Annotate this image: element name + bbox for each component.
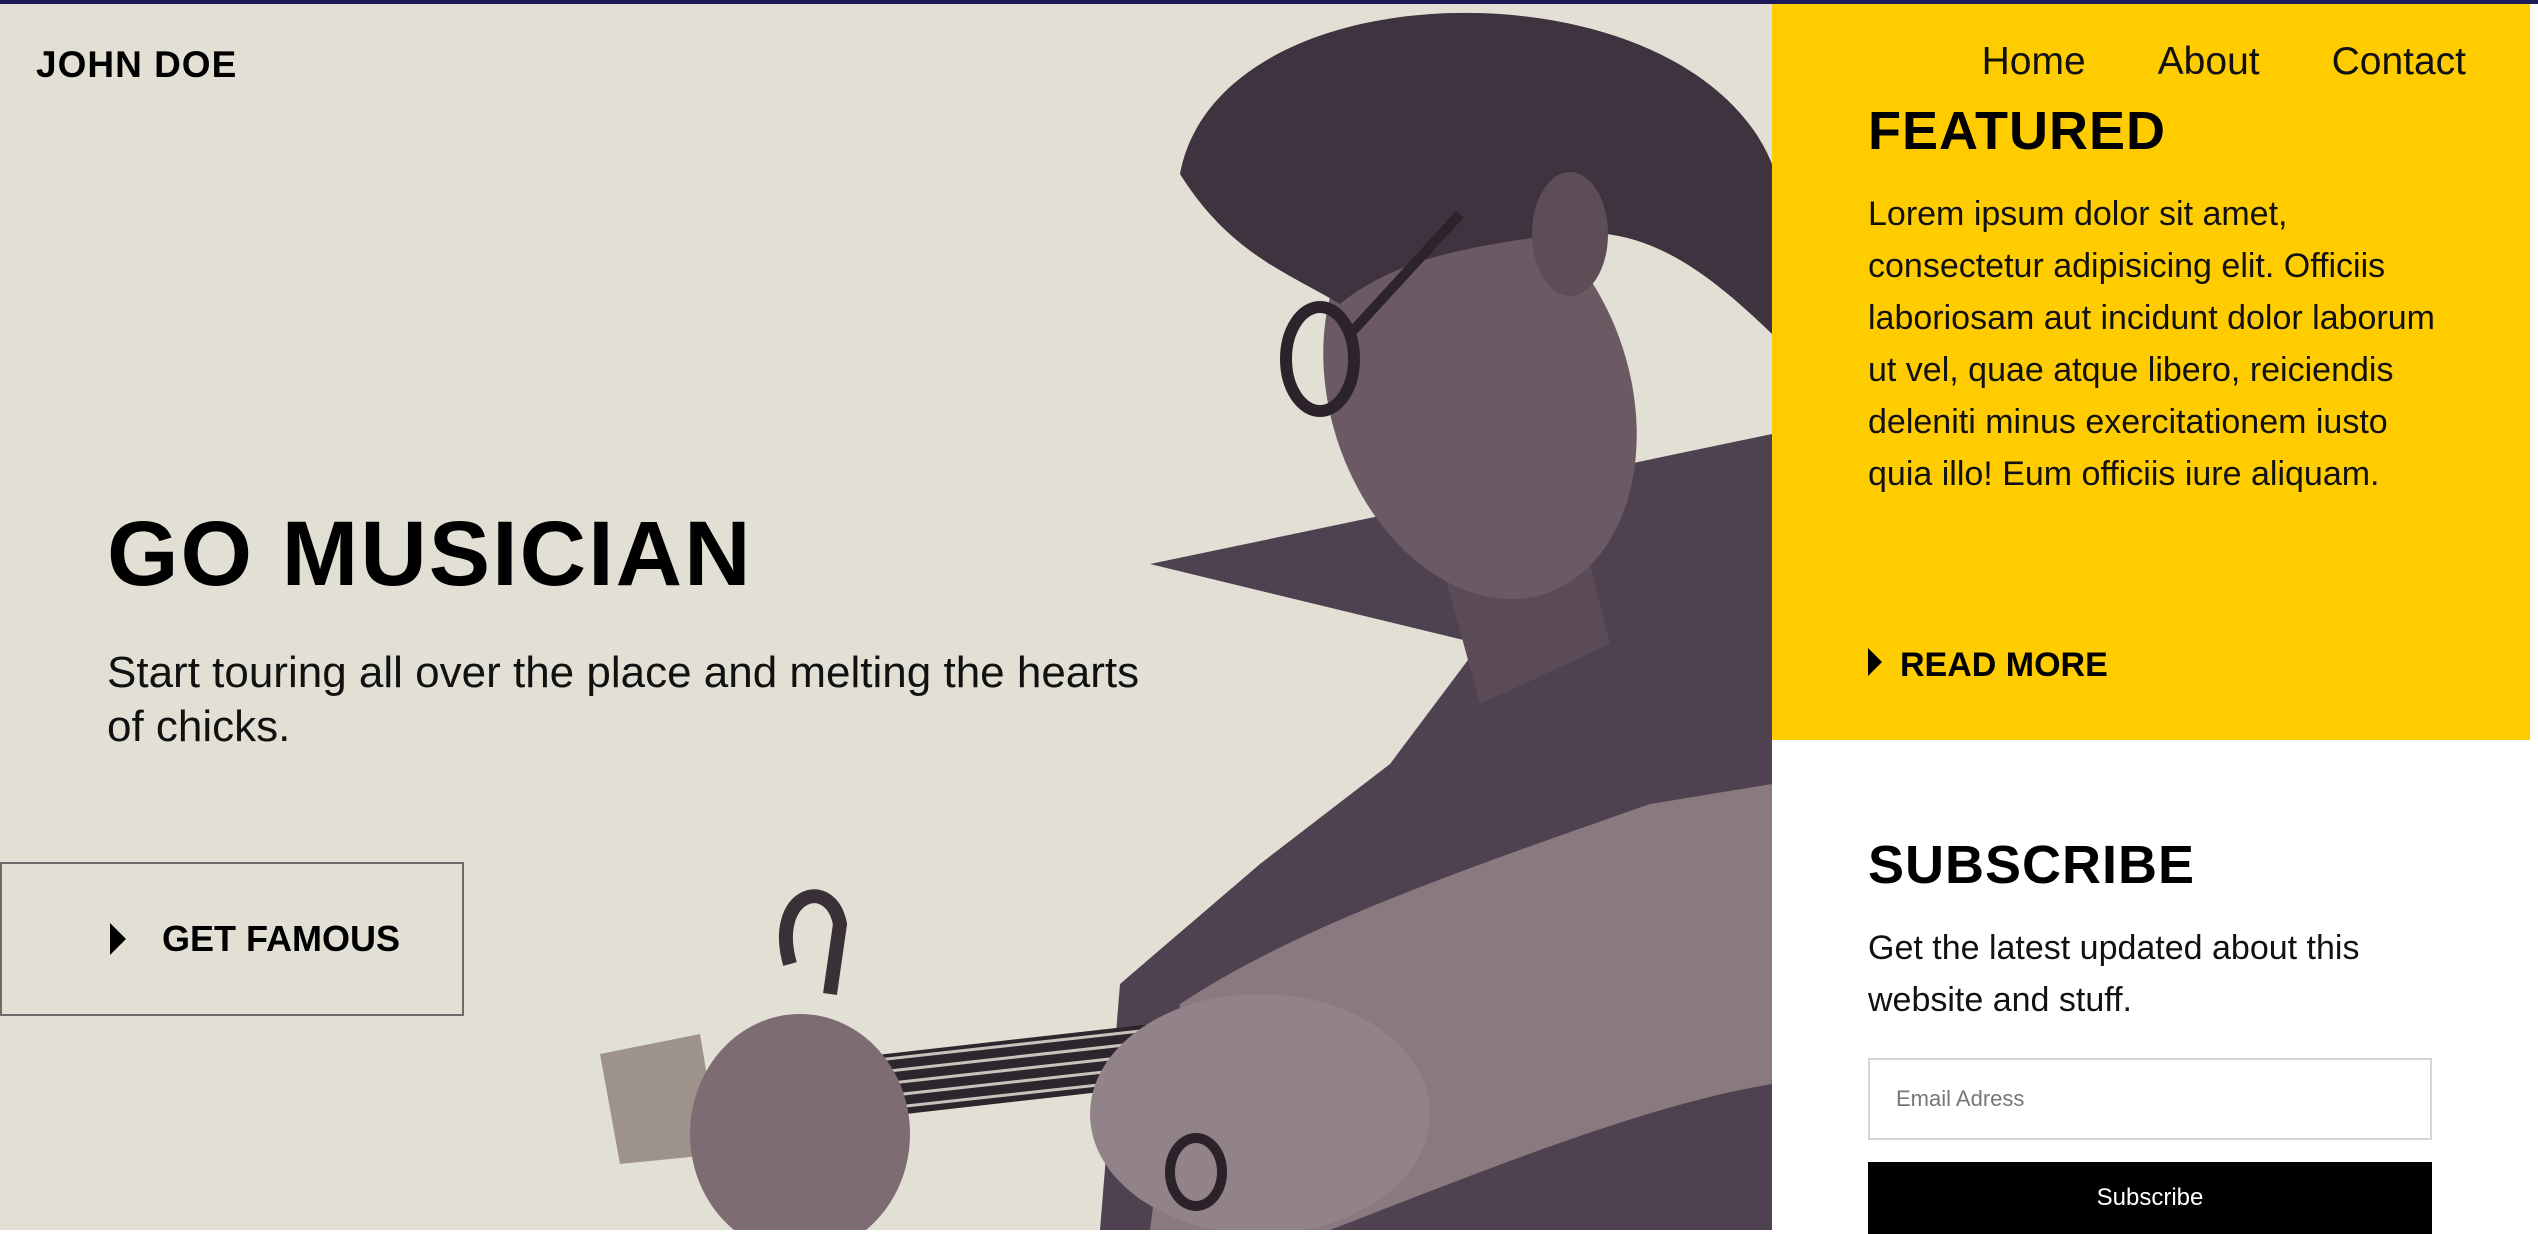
nav-about[interactable]: About xyxy=(2158,40,2260,84)
nav-contact[interactable]: Contact xyxy=(2332,40,2466,84)
subscribe-button[interactable]: Subscribe xyxy=(1868,1162,2432,1234)
hero-subtitle: Start touring all over the place and mel… xyxy=(107,648,1140,751)
featured-title: FEATURED xyxy=(1868,101,2166,161)
get-famous-button[interactable]: GET FAMOUS xyxy=(0,862,464,1016)
featured-panel: Home About Contact FEATURED Lorem ipsum … xyxy=(1772,4,2530,740)
get-famous-label: GET FAMOUS xyxy=(162,918,401,959)
musician-photo xyxy=(0,4,1772,1230)
sidebar: Home About Contact FEATURED Lorem ipsum … xyxy=(1772,4,2538,1234)
top-border xyxy=(0,0,2538,4)
hero-section: JOHN DOE GO MUSICIAN Start touring all o… xyxy=(0,4,1772,1230)
subscribe-title: SUBSCRIBE xyxy=(1868,835,2196,895)
play-arrow-icon xyxy=(1868,647,1882,676)
email-input[interactable] xyxy=(1868,1058,2432,1140)
read-more-link[interactable]: READ MORE xyxy=(1868,646,2108,685)
nav-home[interactable]: Home xyxy=(1982,40,2086,84)
play-arrow-icon xyxy=(110,923,126,955)
hero-title: GO MUSICIAN xyxy=(107,503,753,605)
main-nav: Home About Contact xyxy=(1982,40,2466,84)
read-more-label: READ MORE xyxy=(1900,646,2108,684)
featured-body: Lorem ipsum dolor sit amet, consectetur … xyxy=(1868,195,2435,493)
site-logo[interactable]: JOHN DOE xyxy=(36,44,237,86)
subscribe-text: Get the latest updated about this websit… xyxy=(1868,929,2360,1019)
